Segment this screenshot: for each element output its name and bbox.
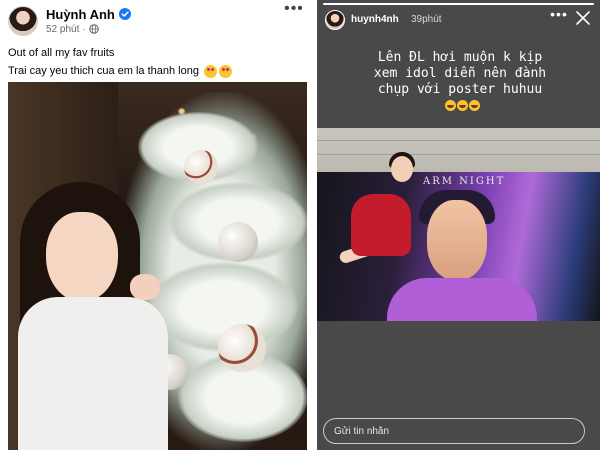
- story-text-line-1: Lên ĐL hơi muộn k kịp: [377, 50, 543, 65]
- ornament: [218, 324, 266, 372]
- story-text-line-2: xem idol diễn nên đành: [373, 66, 547, 81]
- ornament: [184, 150, 218, 184]
- verified-badge-icon: [118, 8, 131, 20]
- globe-icon: [88, 24, 99, 34]
- reply-input[interactable]: [334, 424, 574, 438]
- post-time[interactable]: 52 phút: [46, 24, 79, 35]
- author-avatar[interactable]: [8, 6, 38, 36]
- story-text-line-3: chụp với poster huhuu: [377, 82, 543, 97]
- pavement-line: [317, 140, 600, 141]
- story-progress-bar: [323, 3, 594, 5]
- face-with-tears-of-joy-icon: [444, 100, 456, 111]
- poster-figure-shirt: [387, 278, 537, 321]
- person-face: [46, 212, 118, 302]
- poster-figure-face: [427, 200, 487, 280]
- face-with-tears-of-joy-icon: [468, 100, 480, 111]
- caption-line-2-row: Trai cay yeu thich cua em la thanh long: [8, 62, 308, 80]
- story-text-overlay: Lên ĐL hơi muộn k kịp xem idol diễn nên …: [335, 50, 585, 114]
- poster-title: ARM NIGHT: [423, 176, 506, 187]
- caption-line-2: Trai cay yeu thich cua em la thanh long: [8, 65, 199, 77]
- story-avatar[interactable]: [325, 10, 345, 30]
- meta-separator: ·: [82, 23, 86, 35]
- author-name[interactable]: Huỳnh Anh: [46, 7, 115, 22]
- person-sweater: [18, 297, 168, 450]
- story-progress-fill: [323, 3, 594, 5]
- post-more-button[interactable]: •••: [282, 1, 306, 22]
- caption-emoji-group: [204, 64, 233, 78]
- post-photo[interactable]: [8, 82, 307, 450]
- reply-bar[interactable]: [323, 418, 585, 444]
- post-header: Huỳnh Anh 52 phút · •••: [0, 0, 312, 40]
- post-meta: 52 phút ·: [46, 23, 99, 35]
- smiling-face-with-hearts-icon: [219, 64, 233, 78]
- person-red-jacket: [351, 194, 411, 256]
- smiling-face-with-hearts-icon: [204, 64, 218, 78]
- caption-line-1: Out of all my fav fruits: [8, 47, 115, 59]
- post-caption: Out of all my fav fruits Trai cay yeu th…: [8, 44, 308, 80]
- story-emoji-group: [444, 100, 480, 111]
- pavement-line: [317, 154, 600, 155]
- facebook-post: Huỳnh Anh 52 phút · ••• Out of all my fa…: [0, 0, 312, 450]
- face-with-tears-of-joy-icon: [456, 100, 468, 111]
- author-row: Huỳnh Anh: [46, 6, 131, 22]
- story-time: 39phút: [411, 14, 442, 25]
- story-more-button[interactable]: •••: [549, 7, 569, 27]
- ornament: [218, 222, 258, 262]
- story-emoji-row: [335, 98, 585, 114]
- person-hand: [130, 274, 160, 300]
- story-username[interactable]: huynh4nh: [351, 14, 399, 25]
- story-photo: ARM NIGHT: [317, 128, 600, 321]
- person-face: [391, 156, 413, 182]
- close-icon[interactable]: [575, 10, 591, 26]
- instagram-story: huynh4nh 39phút ••• Lên ĐL hơi muộn k kị…: [317, 0, 600, 450]
